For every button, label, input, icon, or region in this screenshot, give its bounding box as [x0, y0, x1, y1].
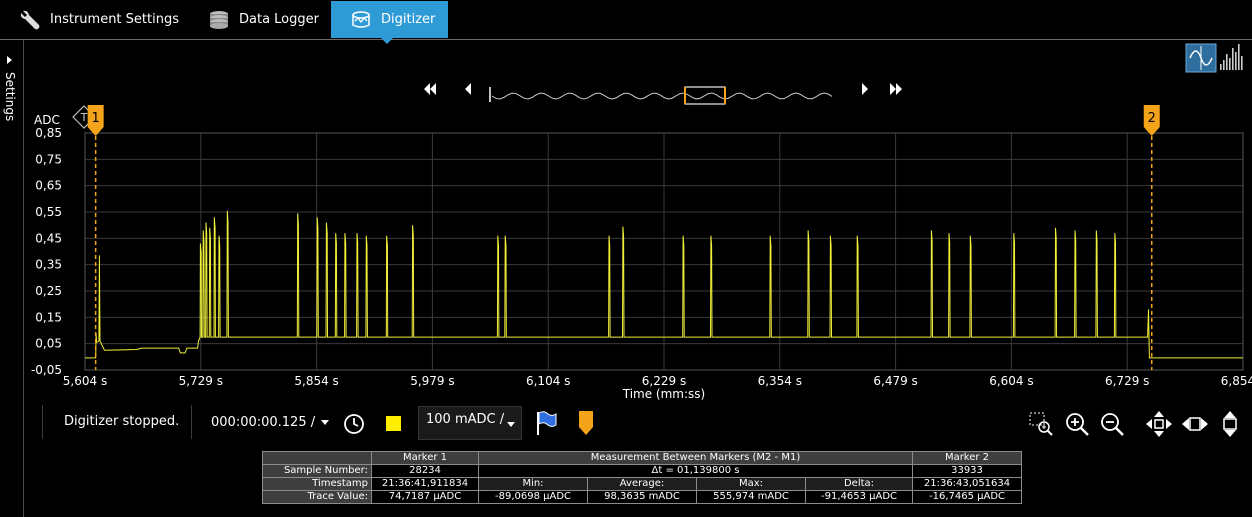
y-tick-label: 0,35 — [35, 258, 62, 272]
x-axis-label: Time (mm:ss) — [622, 387, 705, 401]
y-tick-label: 0,45 — [35, 231, 62, 245]
x-tick-label: 6,104 s — [526, 374, 570, 388]
settings-label: Settings — [3, 72, 17, 122]
digitizer-icon — [349, 8, 373, 32]
marker1-value: 74,7187 µADC — [371, 490, 479, 504]
tab-instrument-settings[interactable]: Instrument Settings — [18, 1, 179, 38]
dropdown-arrow-icon — [507, 422, 515, 427]
skip-forward-icon — [890, 83, 902, 95]
fit-all-icon[interactable] — [1144, 409, 1174, 439]
y-tick-label: 0,25 — [35, 284, 62, 298]
marker1-header: Marker 1 — [371, 451, 479, 465]
x-tick-label: 5,979 s — [410, 374, 454, 388]
x-tick-label: 6,354 s — [758, 374, 802, 388]
y-axis-label: ADC — [34, 113, 60, 127]
y-tick-label: 0,55 — [35, 205, 62, 219]
marker2-header: Marker 2 — [912, 451, 1022, 465]
marker-label: 1 — [92, 111, 100, 126]
x-tick-label: 6,604 s — [989, 374, 1033, 388]
status-text: Digitizer stopped. — [64, 414, 180, 429]
histogram-bar — [1229, 58, 1231, 70]
nav-overview-wave — [491, 92, 833, 100]
skip-back-icon — [424, 83, 436, 95]
marker2-timestamp: 21:36:43,051634 — [912, 477, 1022, 491]
tab-label: Instrument Settings — [50, 12, 179, 27]
marker1-sample: 28234 — [371, 464, 479, 478]
divider — [42, 405, 43, 439]
tab-bar: Instrument Settings Data Logger Digitize… — [0, 0, 1252, 44]
x-tick-label: 5,854 s — [294, 374, 338, 388]
histogram-bar — [1226, 54, 1228, 70]
step-back-icon — [465, 83, 471, 95]
histogram-bar — [1235, 52, 1237, 70]
zoom-out-icon[interactable] — [1099, 411, 1125, 437]
min-label: Min: — [478, 477, 588, 491]
histogram-bar — [1223, 60, 1225, 70]
expand-arrow-icon — [7, 56, 12, 64]
database-icon — [207, 8, 231, 32]
delta-value: -91,4653 µADC — [805, 490, 913, 504]
histogram-view-icon — [1220, 44, 1243, 70]
x-tick-label: 5,729 s — [179, 374, 223, 388]
trace-label: Trace Value: — [262, 490, 372, 504]
digitizer-plot[interactable]: 0,85 0,75 0,65 0,55 0,45 0,35 0,25 0,15 0,05 -0,0… — [24, 40, 1252, 405]
table-corner — [262, 451, 372, 465]
histogram-bar — [1232, 48, 1234, 70]
min-value: -89,0698 µADC — [478, 490, 588, 504]
histogram-bar — [1238, 44, 1240, 70]
marker-label: 2 — [1148, 111, 1156, 126]
average-label: Average: — [587, 477, 697, 491]
histogram-bar — [1220, 64, 1222, 70]
timer-icon[interactable] — [342, 412, 366, 436]
stop-color-icon[interactable] — [386, 416, 401, 431]
x-tick-label: 5,604 s — [63, 374, 107, 388]
dropdown-arrow-icon — [321, 420, 330, 425]
divider — [191, 405, 192, 439]
y-tick-label: 0,15 — [35, 310, 62, 324]
between-header: Measurement Between Markers (M2 - M1) — [478, 451, 913, 465]
marker1-timestamp: 21:36:41,911834 — [371, 477, 479, 491]
marker2-value: -16,7465 µADC — [912, 490, 1022, 504]
x-tick-label: 6,229 s — [642, 374, 686, 388]
duration-dropdown[interactable]: 000:00:00.125 / — [211, 415, 330, 430]
y-tick-label: -0,05 — [31, 363, 62, 377]
y-tick-label: 0,85 — [35, 126, 62, 140]
tab-digitizer[interactable]: Digitizer — [331, 1, 448, 44]
delta-label: Delta: — [805, 477, 913, 491]
average-value: 98,3635 mADC — [587, 490, 697, 504]
tab-data-logger[interactable]: Data Logger — [207, 1, 319, 38]
settings-panel-toggle[interactable]: Settings — [0, 40, 24, 517]
measurement-table: Marker 1 Measurement Between Markers (M2… — [262, 451, 1022, 504]
wrench-icon — [18, 8, 42, 32]
timestamp-label: Timestamp — [262, 477, 372, 491]
view-toggle — [1185, 43, 1243, 73]
step-forward-icon — [862, 83, 868, 95]
flag-icon[interactable] — [534, 410, 558, 436]
histogram-bar — [1241, 56, 1243, 70]
fit-vertical-icon[interactable] — [1216, 409, 1244, 439]
zoom-region-icon[interactable] — [1028, 411, 1054, 437]
duration-value: 000:00:00.125 / — [211, 415, 316, 430]
x-tick-label: 6,854 s — [1221, 374, 1252, 388]
y-tick-label: 0,75 — [35, 152, 62, 166]
max-label: Max: — [696, 477, 806, 491]
zoom-in-icon[interactable] — [1064, 411, 1090, 437]
scroll-navigator — [424, 83, 902, 105]
y-tick-label: 0,05 — [35, 337, 62, 351]
range-value: 100 mADC / — [426, 412, 505, 427]
y-tick-label: 0,65 — [35, 179, 62, 193]
trigger-label: T — [80, 111, 88, 124]
range-dropdown[interactable]: 100 mADC / — [418, 406, 522, 440]
marker-icon[interactable] — [577, 410, 595, 436]
fit-horizontal-icon[interactable] — [1180, 409, 1210, 439]
tab-label: Digitizer — [381, 12, 436, 27]
marker2-sample: 33933 — [912, 464, 1022, 478]
x-tick-label: 6,479 s — [873, 374, 917, 388]
max-value: 555,974 mADC — [696, 490, 806, 504]
sample-label: Sample Number: — [262, 464, 372, 478]
delta-t-value: Δt = 01,139800 s — [478, 464, 913, 478]
tab-label: Data Logger — [239, 12, 319, 27]
x-tick-label: 6,729 s — [1105, 374, 1149, 388]
